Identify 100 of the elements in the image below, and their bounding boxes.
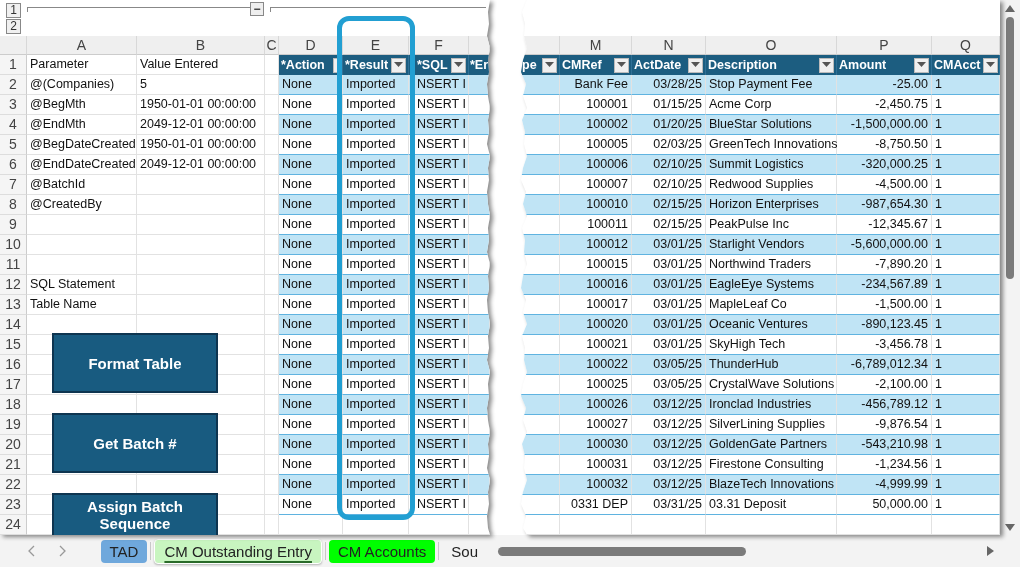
outline-level-button[interactable]: 1 [6,3,21,18]
table-cell: Ironclad Industries [706,395,837,415]
filter-dropdown-button[interactable] [391,57,406,73]
table-cell [520,395,560,415]
scrollbar-thumb[interactable] [1006,17,1014,279]
filter-dropdown-button[interactable] [688,57,703,73]
row-header[interactable]: 1 [0,55,27,75]
row-header[interactable]: 15 [0,335,27,355]
row-header[interactable]: 22 [0,475,27,495]
column-header[interactable]: D [279,36,343,55]
macro-button[interactable]: Assign Batch Sequence [52,493,218,535]
table-cell: -5,600,000.00 [837,235,932,255]
column-header[interactable]: N [632,36,706,55]
row-header[interactable]: 10 [0,235,27,255]
table-cell: 02/15/25 [632,195,706,215]
empty-cell[interactable] [265,415,279,435]
table-cell: Imported [343,315,409,335]
empty-cell[interactable] [265,135,279,155]
empty-cell[interactable] [265,375,279,395]
row-header[interactable]: 14 [0,315,27,335]
filter-dropdown-button[interactable] [982,57,998,73]
row-header[interactable]: 7 [0,175,27,195]
table-cell: 1 [932,75,1000,95]
outline-level-button[interactable]: 2 [6,19,21,34]
collapse-button[interactable]: − [250,2,264,16]
table-cell: None [279,475,343,495]
table-cell: 100032 [560,475,632,495]
table-cell: 03/12/25 [632,475,706,495]
table-cell: NSERT I [409,75,469,95]
column-header[interactable]: M [560,36,632,55]
row-header[interactable]: 6 [0,155,27,175]
table-cell: NSERT I [409,495,469,515]
empty-cell[interactable] [265,255,279,275]
empty-cell[interactable] [265,295,279,315]
empty-cell[interactable] [265,455,279,475]
empty-cell[interactable] [265,495,279,515]
table-cell: NSERT I [409,155,469,175]
sheet-tab[interactable]: CM Outstanding Entry [154,538,322,564]
filter-dropdown-button[interactable] [614,57,629,73]
column-header[interactable]: P [837,36,932,55]
row-header[interactable]: 2 [0,75,27,95]
macro-button[interactable]: Format Table [52,333,218,393]
macro-button[interactable]: Get Batch # [52,413,218,473]
row-header[interactable]: 5 [0,135,27,155]
filter-dropdown-button[interactable] [333,57,340,73]
table-cell: Starlight Vendors [706,235,837,255]
row-header[interactable]: 4 [0,115,27,135]
table-cell [520,475,560,495]
column-header[interactable]: E [343,36,409,55]
row-header[interactable]: 20 [0,435,27,455]
cell: 5 [137,75,265,95]
table-cell: Imported [343,195,409,215]
row-header[interactable]: 17 [0,375,27,395]
empty-cell[interactable] [265,95,279,115]
column-header[interactable]: B [137,36,265,55]
column-header[interactable]: A [27,36,137,55]
empty-cell[interactable] [265,215,279,235]
table-cell: Imported [343,235,409,255]
scrollbar-thumb[interactable] [498,546,746,556]
row-header[interactable]: 24 [0,515,27,535]
row-header[interactable]: 23 [0,495,27,515]
header-label: Amount [839,58,888,72]
row-header[interactable]: 16 [0,355,27,375]
table-cell: Oceanic Ventures [706,315,837,335]
empty-cell[interactable] [265,335,279,355]
row-header[interactable]: 18 [0,395,27,415]
table-cell: 1 [932,435,1000,455]
row-header[interactable]: 8 [0,195,27,215]
row-header[interactable]: 3 [0,95,27,115]
row-header[interactable]: 13 [0,295,27,315]
column-header[interactable]: C [265,36,279,55]
filter-dropdown-button[interactable] [914,57,929,73]
filter-dropdown-button[interactable] [451,57,466,73]
empty-cell[interactable] [265,175,279,195]
row-header[interactable]: 11 [0,255,27,275]
table-cell: None [279,115,343,135]
select-all-corner[interactable] [0,36,27,55]
table-cell: 100022 [560,355,632,375]
dropdown-arrow-icon [394,62,403,68]
row-header[interactable]: 19 [0,415,27,435]
cell: @(Companies) [27,75,137,95]
sheet-tab[interactable]: TAD [100,539,148,563]
row-header[interactable]: 9 [0,215,27,235]
table-cell: None [279,435,343,455]
table-cell: Imported [343,115,409,135]
filter-dropdown-button[interactable] [542,57,557,73]
column-header[interactable]: Q [932,36,1000,55]
table-cell: None [279,315,343,335]
row-header[interactable]: 12 [0,275,27,295]
table-cell: 1 [932,235,1000,255]
sheet-tab[interactable]: Sou [442,539,487,563]
table-cell [469,115,490,135]
column-header[interactable]: O [706,36,837,55]
row-header[interactable]: 21 [0,455,27,475]
column-header[interactable]: F [409,36,469,55]
table-cell: -1,500,000.00 [837,115,932,135]
sheet-tab[interactable]: CM Accounts [328,539,436,563]
table-cell: 1 [932,395,1000,415]
filter-dropdown-button[interactable] [819,57,834,73]
table-cell: NSERT I [409,435,469,455]
